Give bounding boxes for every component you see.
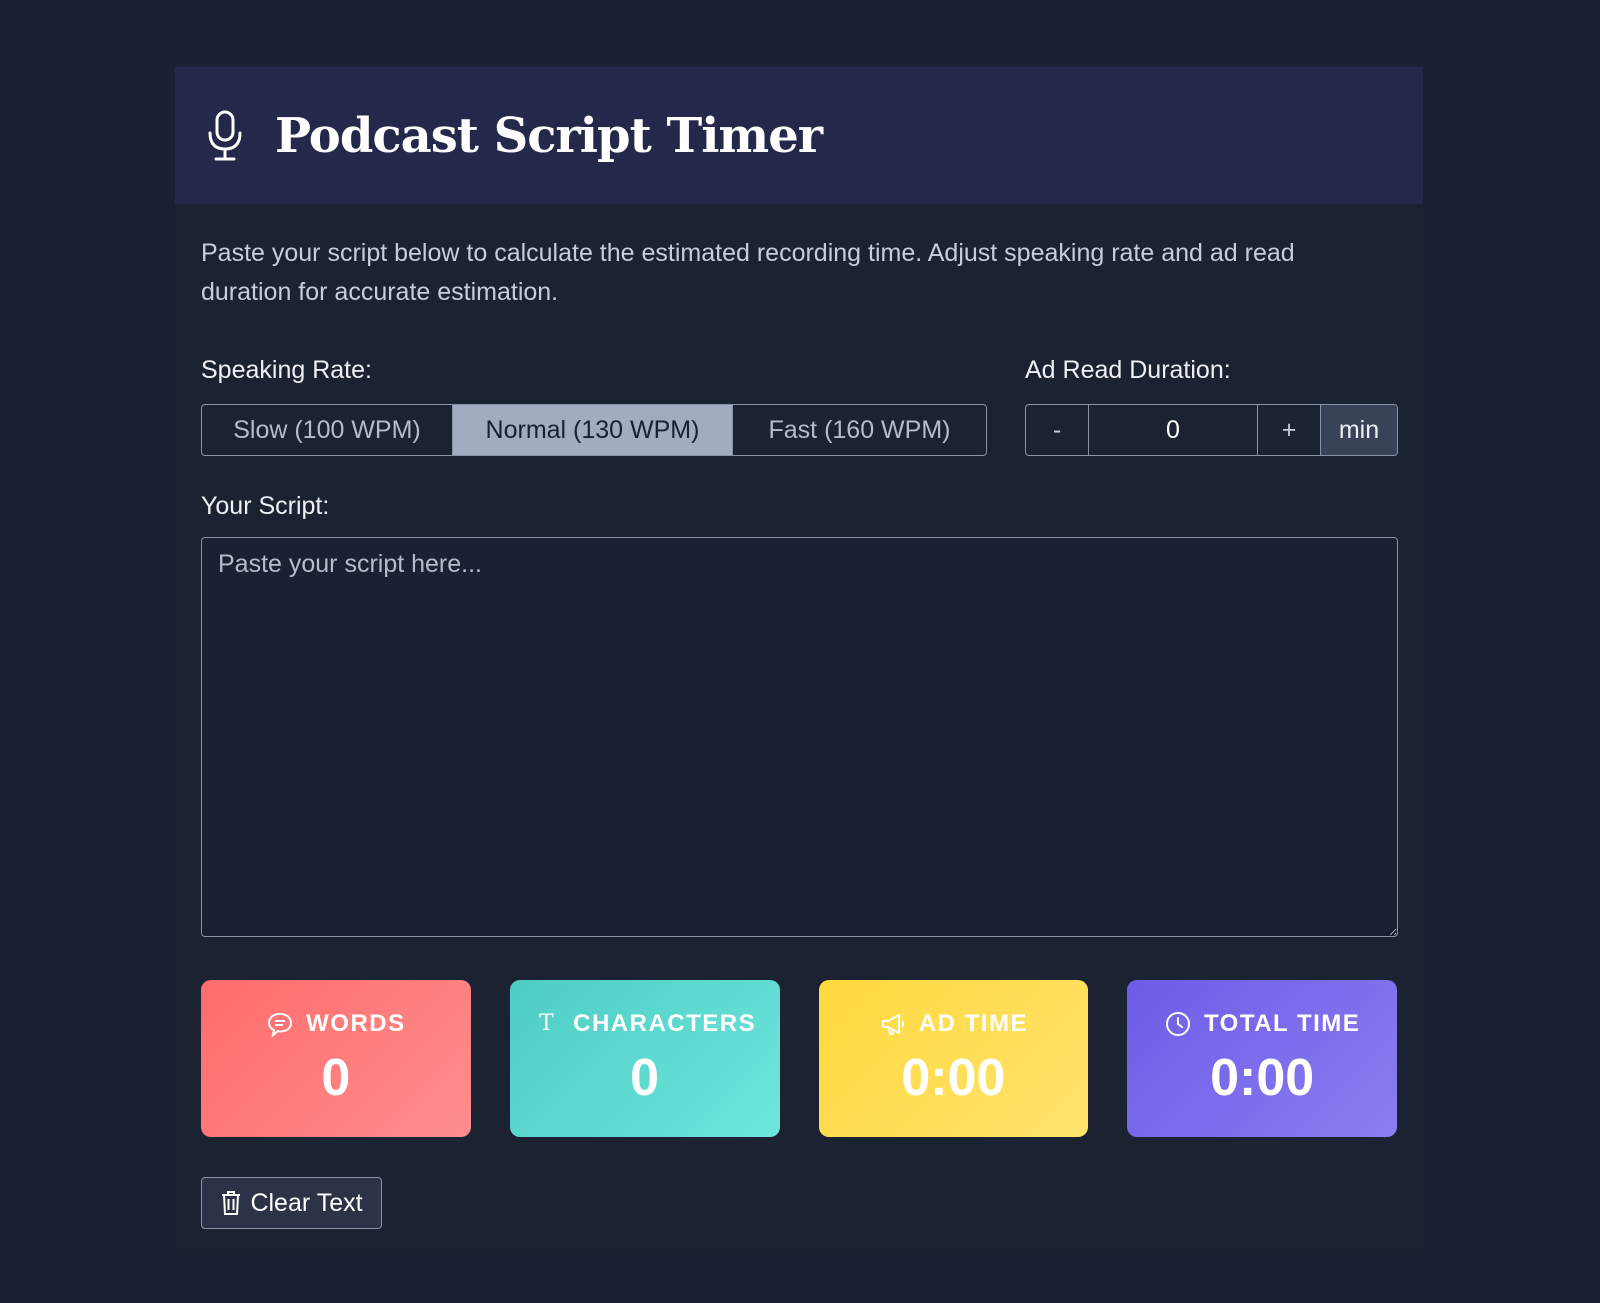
- controls: Speaking Rate: Slow (100 WPM) Normal (13…: [201, 352, 1398, 492]
- words-stat: WORDS 0: [201, 980, 471, 1137]
- clock-icon: [1165, 1011, 1190, 1036]
- total-time-label: TOTAL TIME: [1203, 1009, 1361, 1037]
- megaphone-icon: [881, 1013, 904, 1035]
- trash-icon: [222, 1191, 241, 1215]
- ad-decrement-button[interactable]: -: [1026, 405, 1089, 455]
- words-label: WORDS: [306, 1009, 406, 1037]
- characters-value: 0: [630, 1048, 660, 1107]
- characters-label: CHARACTERS: [573, 1009, 757, 1037]
- stats-row: WORDS 0 T CHARACTERS 0 AD TIME 0:00 TOTA…: [201, 980, 1397, 1137]
- ad-time-label: AD TIME: [918, 1009, 1028, 1037]
- microphone-icon: [208, 110, 242, 160]
- ad-time-stat: AD TIME 0:00: [818, 980, 1089, 1137]
- header: Podcast Script Timer: [175, 67, 1423, 204]
- ad-unit-label: min: [1321, 405, 1397, 455]
- script-label: Your Script:: [201, 492, 330, 520]
- ad-duration-label: Ad Read Duration:: [1025, 356, 1231, 384]
- ad-duration-stepper: - 0 + min: [1025, 404, 1398, 456]
- ad-duration-input[interactable]: 0: [1089, 405, 1258, 455]
- timer-card: Podcast Script Timer Paste your script b…: [175, 67, 1423, 1252]
- description: Paste your script below to calculate the…: [201, 239, 1295, 306]
- comment-icon: [268, 1012, 293, 1037]
- characters-stat: T CHARACTERS 0: [509, 980, 780, 1137]
- rate-normal-button[interactable]: Normal (130 WPM): [453, 405, 733, 455]
- rate-fast-button[interactable]: Fast (160 WPM): [733, 405, 986, 455]
- ad-increment-button[interactable]: +: [1258, 405, 1321, 455]
- clear-text-button[interactable]: Clear Text: [201, 1177, 382, 1229]
- rate-slow-button[interactable]: Slow (100 WPM): [202, 405, 453, 455]
- total-time-stat: TOTAL TIME 0:00: [1127, 980, 1397, 1137]
- card-body: Paste your script below to calculate the…: [175, 234, 1423, 1229]
- script-textarea[interactable]: [201, 537, 1398, 937]
- text-icon: T: [539, 1011, 556, 1036]
- words-value: 0: [321, 1048, 351, 1107]
- speaking-rate-label: Speaking Rate:: [201, 356, 372, 384]
- clear-text-label: Clear Text: [250, 1188, 363, 1217]
- speaking-rate-group: Slow (100 WPM) Normal (130 WPM) Fast (16…: [201, 404, 987, 456]
- page-title: Podcast Script Timer: [275, 107, 823, 164]
- ad-time-value: 0:00: [901, 1048, 1006, 1107]
- total-time-value: 0:00: [1210, 1048, 1315, 1107]
